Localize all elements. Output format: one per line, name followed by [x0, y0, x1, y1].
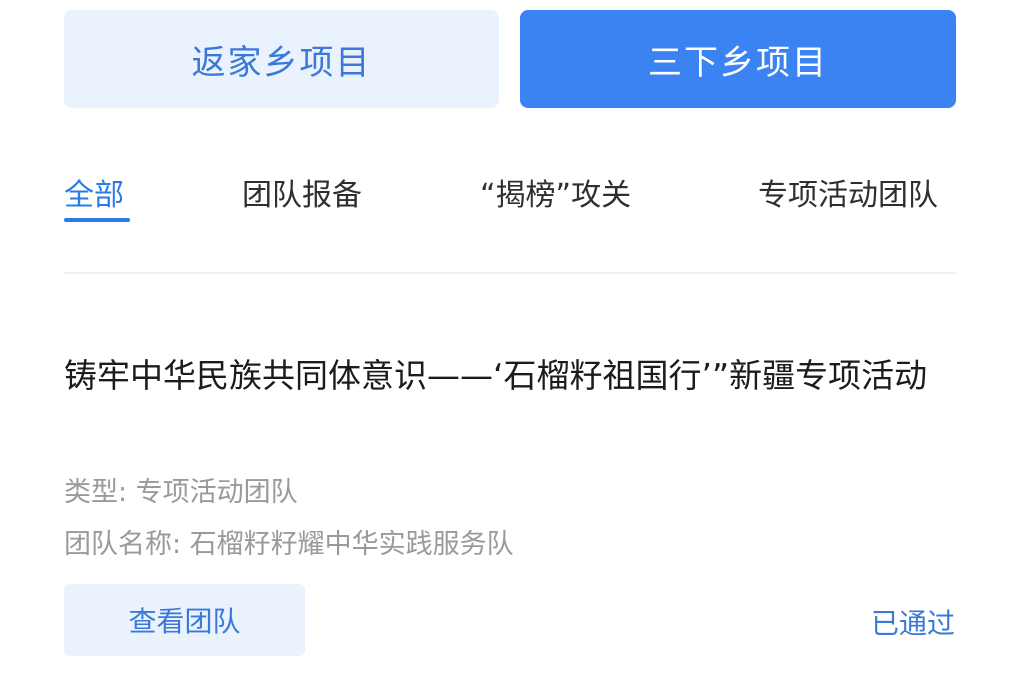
tabs-divider [64, 272, 956, 274]
tab-challenge[interactable]: “揭榜”攻关 [480, 170, 631, 214]
project-title: 铸牢中华民族共同体意识——‘石榴籽祖国行’”新疆专项活动 [64, 356, 928, 395]
status-badge: 已通过 [870, 607, 955, 640]
project-type-switch: 返家乡项目 三下乡项目 [64, 10, 956, 108]
team-name: 团队名称: 石榴籽籽耀中华实践服务队 [64, 529, 514, 560]
tab-special-activity-team[interactable]: 专项活动团队 [758, 170, 938, 214]
tab-team-report[interactable]: 团队报备 [242, 170, 362, 214]
project-list-page: 返家乡项目 三下乡项目 全部 团队报备 “揭榜”攻关 专项活动团队 铸牢中华民族… [0, 0, 1019, 696]
project-type: 类型: 专项活动团队 [64, 477, 298, 508]
tab-all[interactable]: 全部 [64, 170, 124, 214]
active-tab-indicator [64, 218, 130, 222]
return-hometown-project-button[interactable]: 返家乡项目 [64, 10, 499, 108]
category-tabs: 全部 团队报备 “揭榜”攻关 专项活动团队 [64, 160, 956, 230]
view-team-button[interactable]: 查看团队 [64, 584, 305, 656]
three-to-countryside-project-button[interactable]: 三下乡项目 [520, 10, 956, 108]
